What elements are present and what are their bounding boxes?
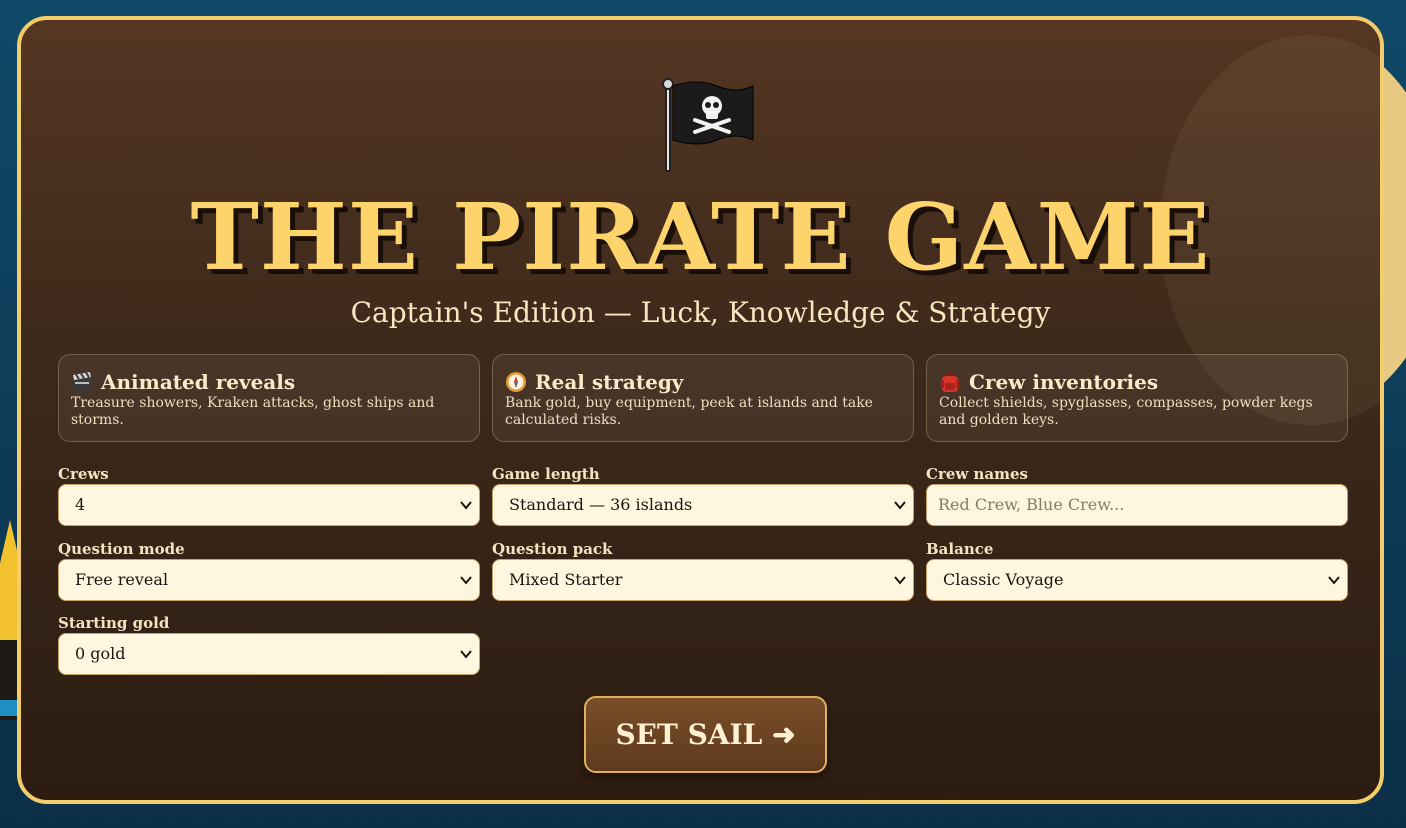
pirate-flag-icon <box>662 78 754 172</box>
balance-value: Classic Voyage <box>943 570 1064 589</box>
feature-card-crew-inventories: Crew inventories Collect shields, spygla… <box>926 354 1348 442</box>
chevron-down-icon <box>894 576 906 585</box>
question-pack-field: Question pack Mixed Starter <box>492 540 914 601</box>
question-pack-select[interactable]: Mixed Starter <box>492 559 914 601</box>
crews-select[interactable]: 4 <box>58 484 480 526</box>
compass-icon <box>506 372 526 392</box>
chevron-down-icon <box>1328 576 1340 585</box>
crew-names-label: Crew names <box>926 465 1029 483</box>
balance-select[interactable]: Classic Voyage <box>926 559 1348 601</box>
chevron-down-icon <box>460 501 472 510</box>
chevron-down-icon <box>894 501 906 510</box>
feature-card-animated-reveals: Animated reveals Treasure showers, Krake… <box>58 354 480 442</box>
feature-description: Collect shields, spyglasses, compasses, … <box>939 395 1313 428</box>
game-length-value: Standard — 36 islands <box>509 495 693 514</box>
game-title: THE PIRATE GAME <box>190 183 1211 291</box>
feature-title: Crew inventories <box>969 370 1159 394</box>
feature-card-real-strategy: Real strategy Bank gold, buy equipment, … <box>492 354 914 442</box>
chevron-down-icon <box>460 576 472 585</box>
balance-field: Balance Classic Voyage <box>926 540 1348 601</box>
feature-title: Real strategy <box>535 370 684 394</box>
crews-value: 4 <box>75 495 86 514</box>
chevron-down-icon <box>460 650 472 659</box>
starting-gold-value: 0 gold <box>75 644 126 663</box>
crew-names-field: Crew names Red Crew, Blue Crew... <box>926 465 1348 526</box>
feature-cards: Animated reveals Treasure showers, Krake… <box>58 354 1348 443</box>
game-length-field: Game length Standard — 36 islands <box>492 465 914 526</box>
question-mode-field: Question mode Free reveal <box>58 540 480 601</box>
crew-names-input[interactable]: Red Crew, Blue Crew... <box>926 484 1348 526</box>
starting-gold-field: Starting gold 0 gold <box>58 614 480 675</box>
question-pack-label: Question pack <box>492 540 613 558</box>
setup-panel: THE PIRATE GAME Captain's Edition — Luck… <box>17 16 1384 804</box>
feature-title: Animated reveals <box>101 370 296 394</box>
game-length-select[interactable]: Standard — 36 islands <box>492 484 914 526</box>
starting-gold-select[interactable]: 0 gold <box>58 633 480 675</box>
feature-description: Bank gold, buy equipment, peek at island… <box>505 395 873 428</box>
set-sail-button[interactable]: SET SAIL ➜ <box>584 696 827 773</box>
question-mode-label: Question mode <box>58 540 185 558</box>
balance-label: Balance <box>926 540 994 558</box>
game-length-label: Game length <box>492 465 600 483</box>
clapperboard-icon <box>73 372 91 391</box>
backpack-icon <box>941 372 959 392</box>
question-mode-select[interactable]: Free reveal <box>58 559 480 601</box>
feature-description: Treasure showers, Kraken attacks, ghost … <box>71 395 435 428</box>
starting-gold-label: Starting gold <box>58 614 170 632</box>
question-pack-value: Mixed Starter <box>509 570 623 589</box>
crews-field: Crews 4 <box>58 465 480 526</box>
crews-label: Crews <box>58 465 109 483</box>
question-mode-value: Free reveal <box>75 570 169 589</box>
game-subtitle: Captain's Edition — Luck, Knowledge & St… <box>350 296 1051 329</box>
